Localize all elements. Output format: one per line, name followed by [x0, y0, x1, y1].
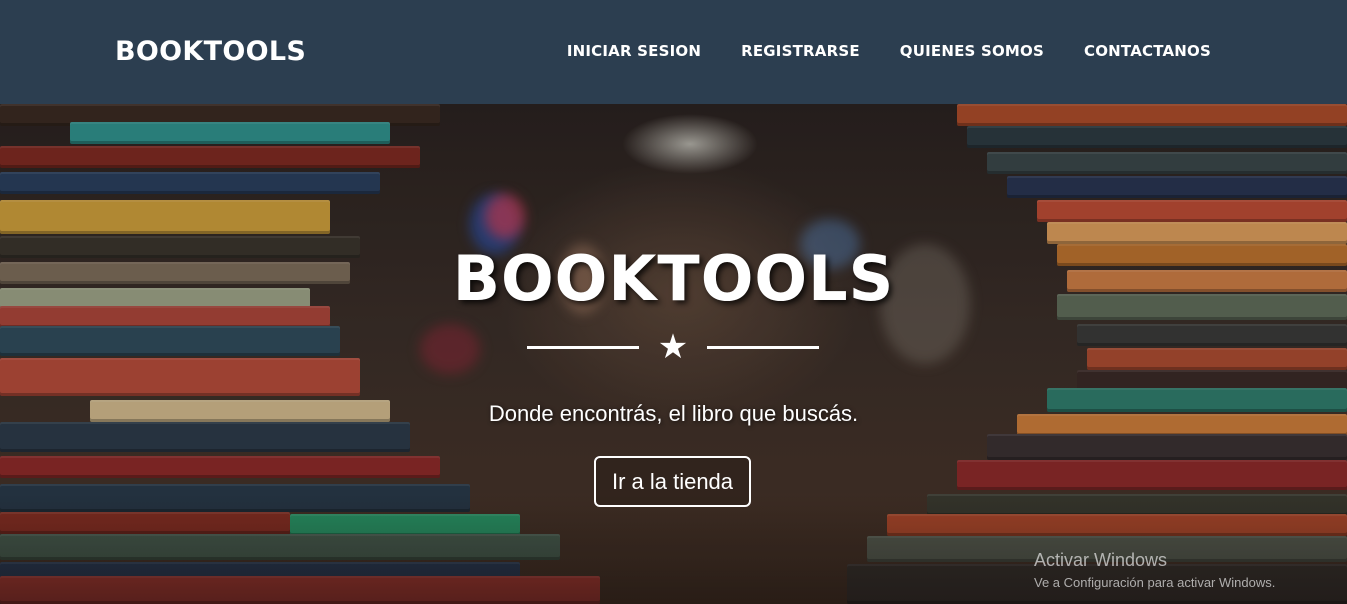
- nav-link-iniciar-sesion[interactable]: INICIAR SESION: [567, 42, 701, 60]
- nav-link-quienes-somos[interactable]: QUIENES SOMOS: [900, 42, 1044, 60]
- hero-divider: ★: [527, 330, 819, 364]
- hero-title: BOOKTOOLS: [452, 242, 895, 315]
- nav-links: INICIAR SESION REGISTRARSE QUIENES SOMOS…: [567, 42, 1211, 60]
- windows-activation-watermark: Activar Windows Ve a Configuración para …: [1034, 550, 1275, 590]
- watermark-title: Activar Windows: [1034, 550, 1168, 570]
- go-to-store-button[interactable]: Ir a la tienda: [594, 456, 751, 507]
- navbar: BOOKTOOLS INICIAR SESION REGISTRARSE QUI…: [0, 0, 1347, 104]
- hero-tagline: Donde encontrás, el libro que buscás.: [488, 401, 859, 426]
- watermark-subtitle: Ve a Configuración para activar Windows.: [1034, 575, 1276, 590]
- hero-section: BOOKTOOLS ★ Donde encontrás, el libro qu…: [0, 104, 1347, 604]
- divider-line-right: [707, 346, 819, 349]
- brand-logo-link[interactable]: BOOKTOOLS: [115, 36, 306, 67]
- nav-link-contactanos[interactable]: CONTACTANOS: [1084, 42, 1211, 60]
- divider-line-left: [527, 346, 639, 349]
- nav-link-registrarse[interactable]: REGISTRARSE: [741, 42, 860, 60]
- star-icon: ★: [657, 327, 689, 367]
